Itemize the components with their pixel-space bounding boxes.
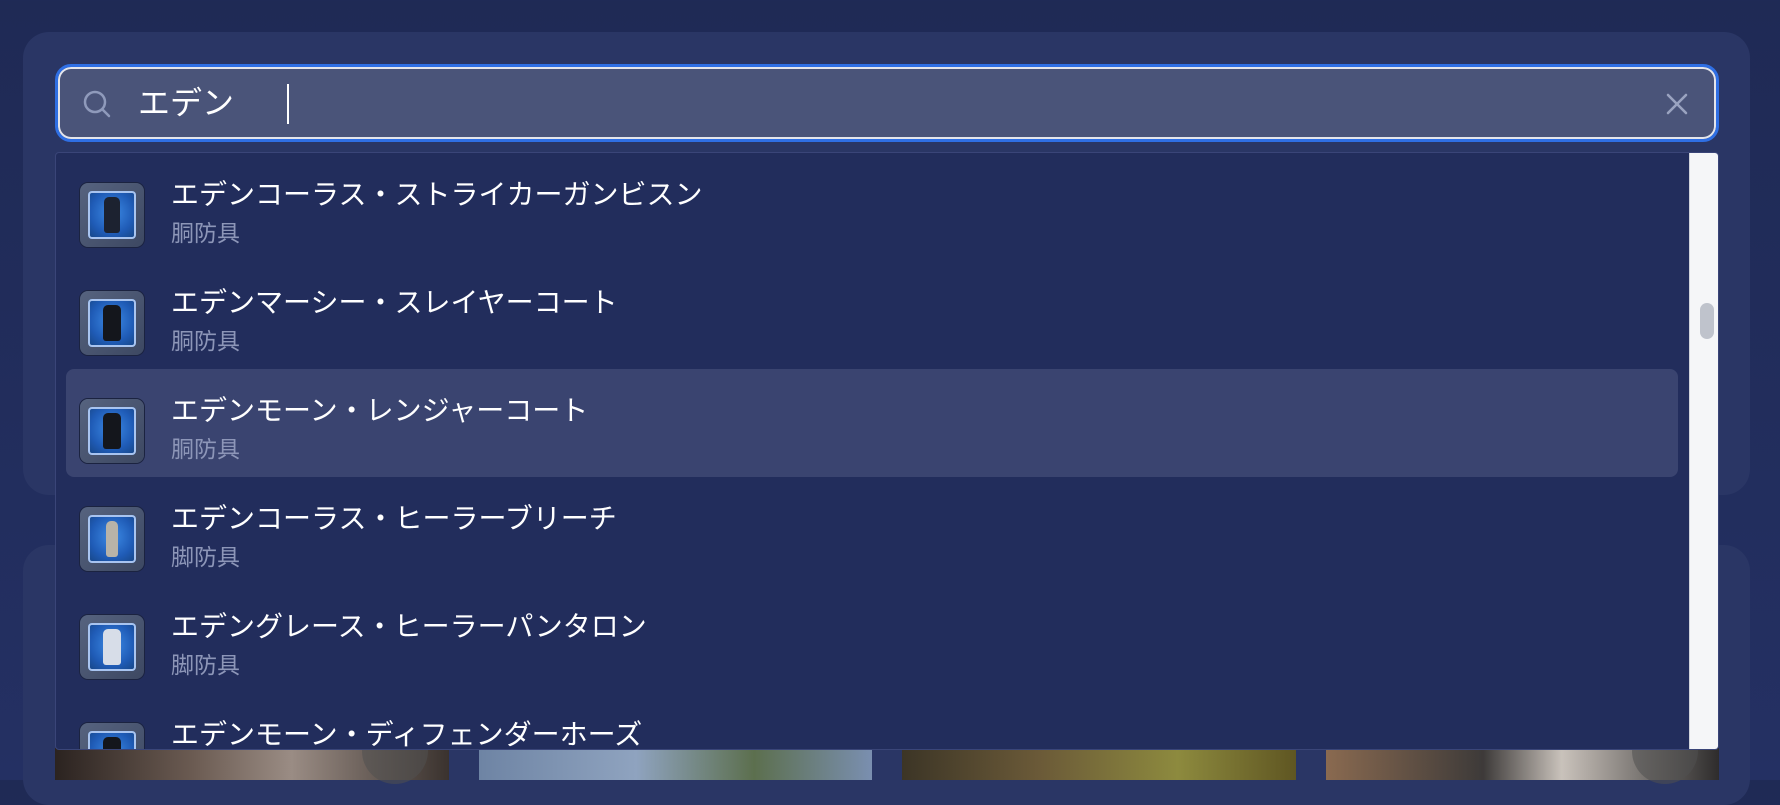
item-thumbnail	[80, 615, 144, 679]
result-item-name: エデングレース・ヒーラーパンタロン	[171, 610, 647, 643]
results-list: エデンコーラス・ストライカーガンビスン 胴防具 エデンマーシー・スレイヤーコート…	[56, 153, 1688, 749]
search-icon	[83, 90, 111, 118]
result-item-name: エデンコーラス・ヒーラーブリーチ	[171, 502, 617, 535]
item-thumbnail	[80, 183, 144, 247]
item-thumbnail	[80, 399, 144, 463]
result-item-name: エデンコーラス・ストライカーガンビスン	[171, 178, 703, 211]
armor-icon	[88, 191, 136, 239]
photo-gallery-strip	[55, 748, 1719, 780]
result-item-category: 胴防具	[171, 221, 240, 247]
search-input[interactable]	[138, 77, 1618, 129]
result-item-name: エデンモーン・レンジャーコート	[171, 394, 589, 427]
search-bar[interactable]	[55, 64, 1719, 142]
gallery-photo[interactable]	[902, 748, 1296, 780]
item-thumbnail	[80, 507, 144, 571]
result-item-selected[interactable]: エデンモーン・レンジャーコート 胴防具	[66, 369, 1678, 477]
result-item-name: エデンモーン・ディフェンダーホーズ	[171, 718, 643, 749]
armor-icon	[88, 731, 136, 749]
result-item-category: 胴防具	[171, 329, 240, 355]
result-item[interactable]: エデンコーラス・ストライカーガンビスン 胴防具	[66, 153, 1678, 261]
armor-icon	[88, 299, 136, 347]
result-item[interactable]: エデングレース・ヒーラーパンタロン 脚防具	[66, 585, 1678, 693]
text-caret	[287, 84, 289, 124]
result-item-category: 脚防具	[171, 545, 240, 571]
result-item[interactable]: エデンコーラス・ヒーラーブリーチ 脚防具	[66, 477, 1678, 585]
item-thumbnail	[80, 723, 144, 749]
item-thumbnail	[80, 291, 144, 355]
close-icon[interactable]	[1664, 91, 1690, 117]
armor-icon	[88, 407, 136, 455]
armor-icon	[88, 623, 136, 671]
scrollbar-thumb[interactable]	[1700, 303, 1714, 339]
gallery-photo[interactable]	[478, 748, 872, 780]
result-item-category: 脚防具	[171, 653, 240, 679]
result-item[interactable]: エデンモーン・ディフェンダーホーズ	[66, 693, 1678, 749]
search-results-dropdown: エデンコーラス・ストライカーガンビスン 胴防具 エデンマーシー・スレイヤーコート…	[55, 152, 1719, 750]
result-item[interactable]: エデンマーシー・スレイヤーコート 胴防具	[66, 261, 1678, 369]
result-item-category: 胴防具	[171, 437, 240, 463]
result-item-name: エデンマーシー・スレイヤーコート	[171, 286, 618, 319]
armor-icon	[88, 515, 136, 563]
scrollbar[interactable]	[1689, 153, 1718, 749]
